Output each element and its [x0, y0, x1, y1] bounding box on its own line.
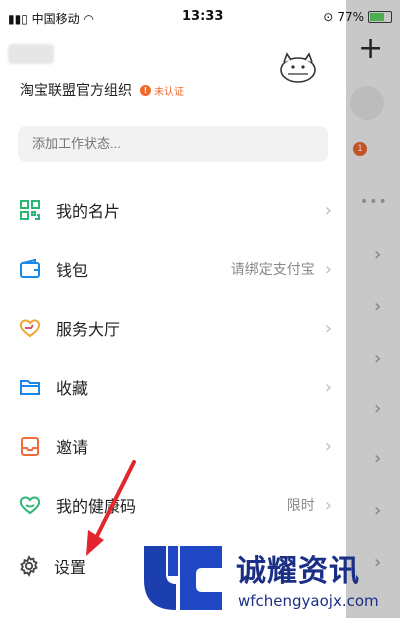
- menu-item-business-card[interactable]: 我的名片 ›: [18, 190, 332, 230]
- menu-item-invite[interactable]: 邀请 ›: [18, 426, 332, 466]
- menu-label: 钱包: [56, 261, 89, 280]
- clock: 13:33: [182, 9, 224, 24]
- menu-extra: 限时: [286, 498, 315, 514]
- chevron-right-icon: ›: [324, 494, 332, 516]
- invite-icon: [18, 434, 42, 458]
- battery-percent: 77%: [337, 10, 364, 24]
- menu-item-wallet[interactable]: 钱包 请绑定支付宝 ›: [18, 249, 332, 289]
- chevron-right-icon: ›: [324, 199, 332, 221]
- chevron-right-icon: ›: [324, 317, 332, 339]
- annotation-arrow-icon: [86, 460, 136, 556]
- org-name: 淘宝联盟官方组织: [20, 83, 132, 99]
- health-heart-icon: [18, 493, 42, 517]
- warning-icon: !: [140, 84, 151, 96]
- verify-badge[interactable]: ! 未认证: [140, 83, 184, 98]
- org-row[interactable]: 淘宝联盟官方组织 ! 未认证: [20, 80, 184, 100]
- menu-label: 收藏: [56, 379, 89, 398]
- watermark-name: 诚耀资讯: [236, 554, 360, 589]
- work-status-input[interactable]: [18, 126, 328, 162]
- menu-item-service-hall[interactable]: 服务大厅 ›: [18, 308, 332, 348]
- menu-label: 服务大厅: [56, 320, 121, 339]
- wifi-icon: ◠: [83, 12, 94, 26]
- menu-item-favorites[interactable]: 收藏 ›: [18, 367, 332, 407]
- menu-label: 邀请: [56, 438, 89, 457]
- verify-badge-label: 未认证: [154, 86, 184, 98]
- status-bar: ▮▮▯ 中国移动 ◠ 13:33 ⊙ 77%: [0, 0, 400, 34]
- user-name-blurred: [8, 44, 54, 64]
- qr-code-icon: [18, 198, 42, 222]
- folder-icon: [18, 375, 42, 399]
- side-drawer: 淘宝联盟官方组织 ! 未认证 我的名片 › 钱包 请绑定支: [0, 0, 346, 618]
- watermark-logo: [144, 546, 222, 610]
- menu-extra: 请绑定支付宝: [230, 262, 315, 278]
- signal-icon: ▮▮▯: [8, 12, 28, 26]
- chevron-right-icon: ›: [324, 435, 332, 457]
- gear-icon: [20, 555, 38, 577]
- heart-service-icon: [18, 316, 42, 340]
- menu-item-health-code[interactable]: 我的健康码 限时 ›: [18, 485, 332, 525]
- chevron-right-icon: ›: [324, 376, 332, 398]
- status-right: ⊙ 77%: [323, 10, 392, 24]
- battery-icon: [368, 11, 392, 23]
- chevron-right-icon: ›: [324, 258, 332, 280]
- watermark-url: wfchengyaojx.com: [238, 592, 379, 610]
- carrier-label: ▮▮▯ 中国移动 ◠: [8, 12, 94, 26]
- mascot-avatar-icon[interactable]: [276, 48, 320, 84]
- wallet-icon: [18, 257, 42, 281]
- orientation-lock-icon: ⊙: [323, 10, 334, 24]
- menu-label: 我的名片: [56, 202, 121, 221]
